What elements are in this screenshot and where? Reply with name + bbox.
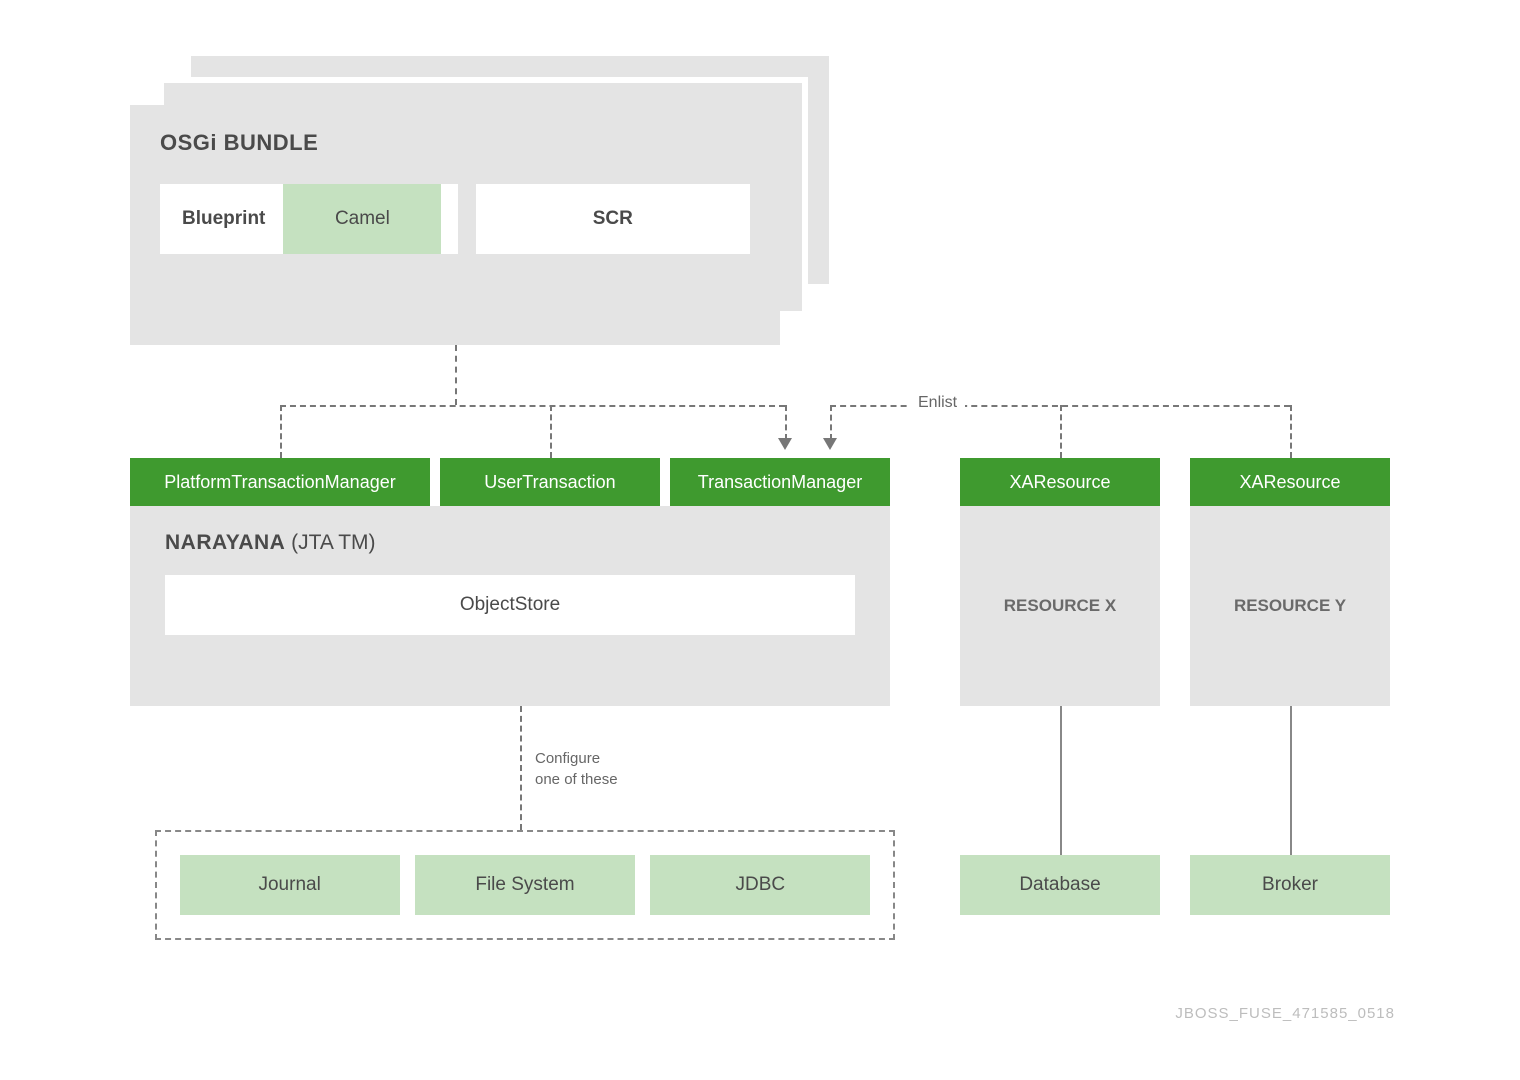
arrow-tm-b xyxy=(823,438,837,450)
store-jdbc: JDBC xyxy=(650,855,870,915)
connector-v-ptm xyxy=(280,405,282,458)
narayana-rest: (JTA TM) xyxy=(285,531,375,554)
connector-resy-broker xyxy=(1290,706,1292,855)
header-ptm: PlatformTransactionManager xyxy=(130,458,430,506)
resource-x: RESOURCE X xyxy=(960,506,1160,706)
connector-v-xa1 xyxy=(1060,405,1062,458)
osgi-title: OSGi BUNDLE xyxy=(160,130,750,156)
scr-box: SCR xyxy=(476,184,751,254)
configure-label: Configure one of these xyxy=(535,748,618,790)
connector-h1 xyxy=(280,405,785,407)
narayana-title: NARAYANA (JTA TM) xyxy=(165,531,855,555)
connector-v-xa2 xyxy=(1290,405,1292,458)
arrow-tm-a xyxy=(778,438,792,450)
objectstore-box: ObjectStore xyxy=(165,575,855,635)
diagram-container: OSGi BUNDLE Blueprint Camel SCR Enlist P… xyxy=(130,50,1395,1050)
connector-v-ut xyxy=(550,405,552,458)
blueprint-label: Blueprint xyxy=(182,208,265,230)
blueprint-box: Blueprint Camel xyxy=(160,184,458,254)
header-xa1: XAResource xyxy=(960,458,1160,506)
connector-v-tm-b xyxy=(830,405,832,440)
osgi-row: Blueprint Camel SCR xyxy=(160,184,750,254)
connector-configure xyxy=(520,706,522,830)
footer-id: JBOSS_FUSE_471585_0518 xyxy=(1175,1005,1395,1022)
resource-y: RESOURCE Y xyxy=(1190,506,1390,706)
connector-v-tm-a xyxy=(785,405,787,440)
store-journal: Journal xyxy=(180,855,400,915)
connector-resx-db xyxy=(1060,706,1062,855)
osgi-bundle-box: OSGi BUNDLE Blueprint Camel SCR xyxy=(130,105,780,345)
store-options-group: Journal File System JDBC xyxy=(155,830,895,940)
store-filesystem: File System xyxy=(415,855,635,915)
configure-l2: one of these xyxy=(535,771,618,788)
database-box: Database xyxy=(960,855,1160,915)
header-tm: TransactionManager xyxy=(670,458,890,506)
connector-osgi-down xyxy=(455,345,457,405)
narayana-box: NARAYANA (JTA TM) ObjectStore xyxy=(130,506,890,706)
header-ut: UserTransaction xyxy=(440,458,660,506)
narayana-bold: NARAYANA xyxy=(165,531,285,554)
broker-box: Broker xyxy=(1190,855,1390,915)
enlist-label: Enlist xyxy=(910,394,965,412)
configure-l1: Configure xyxy=(535,750,600,767)
camel-box: Camel xyxy=(283,184,441,254)
header-xa2: XAResource xyxy=(1190,458,1390,506)
